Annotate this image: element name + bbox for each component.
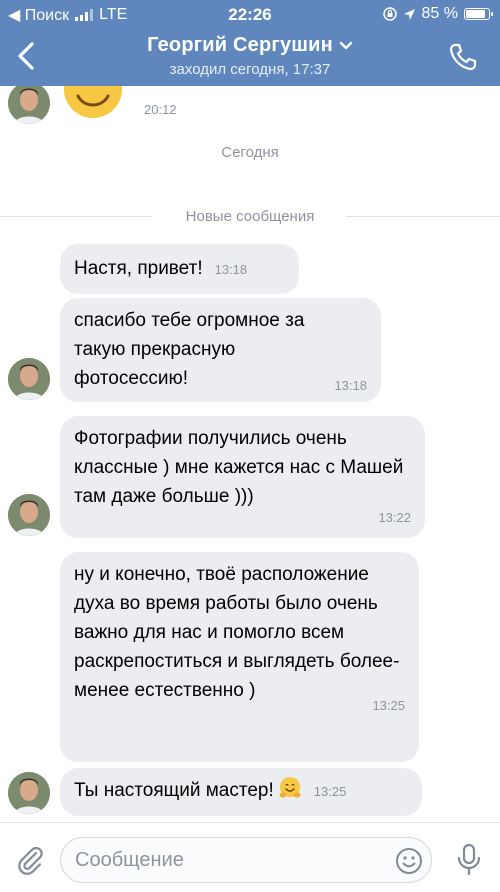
message-bubble[interactable]: Настя, привет! 13:18 [60,244,299,294]
message-time: 13:25 [313,784,347,799]
message-time: 20:12 [144,102,177,117]
message-text: Ты настоящий мастер! [74,780,274,801]
date-separator: Сегодня [221,144,279,161]
chat-title[interactable]: Георгий Сергушин [60,34,440,57]
smiley-icon [396,848,422,874]
last-seen-status: заходил сегодня, 17:37 [169,61,331,79]
message-bubble[interactable]: Фотографии получились очень классные ) м… [60,416,425,538]
sticker-button[interactable] [395,847,423,875]
microphone-icon [457,843,481,876]
chevron-left-icon [18,42,34,70]
message-time: 13:22 [378,510,411,525]
battery-icon [464,8,493,20]
new-messages-label: Новые сообщения [185,208,315,225]
voice-message-button[interactable] [456,843,482,877]
message-text: ну и конечно, твоё расположение духа во … [74,564,400,701]
chat-screen: ◀ Поиск LTE 22:26 85 % Георгий Сергушин … [0,0,500,892]
attach-button[interactable] [14,843,46,875]
message-text: Настя, привет! [74,258,203,279]
emoji-sticker [64,86,122,118]
message-composer [0,822,500,892]
message-input[interactable] [75,838,385,882]
message-time: 13:18 [214,262,248,277]
hugging-face-emoji-icon [278,776,302,800]
location-icon [403,8,415,20]
message-bubble[interactable]: ну и конечно, твоё расположение духа во … [60,552,419,762]
message-text: Фотографии получились очень классные ) м… [74,428,404,507]
contact-name: Георгий Сергушин [147,34,333,56]
avatar[interactable] [8,772,50,814]
avatar[interactable] [8,358,50,400]
avatar[interactable] [8,494,50,536]
battery-percent: 85 % [421,5,458,22]
orientation-lock-icon [382,7,397,21]
chevron-down-icon [339,34,353,57]
new-messages-separator: Новые сообщения [0,206,500,226]
message-field[interactable] [60,837,432,883]
status-bar: ◀ Поиск LTE 22:26 85 % [0,0,500,28]
call-button[interactable] [448,42,478,72]
chat-header: ◀ Поиск LTE 22:26 85 % Георгий Сергушин … [0,0,500,86]
message-bubble[interactable]: спасибо тебе огромное за такую прекрасну… [60,298,381,402]
status-right: 85 % [382,5,493,23]
message-bubble[interactable]: Ты настоящий мастер! 13:25 [60,768,422,816]
battery-fill [466,10,485,18]
back-button[interactable] [12,40,40,72]
phone-icon [449,43,477,71]
avatar[interactable] [8,86,50,124]
paperclip-icon [18,846,43,875]
chat-title-block[interactable]: Георгий Сергушин заходил сегодня, 17:37 [60,34,440,78]
message-list[interactable]: 20:12 Сегодня Новые сообщения Настя, при… [0,86,500,822]
